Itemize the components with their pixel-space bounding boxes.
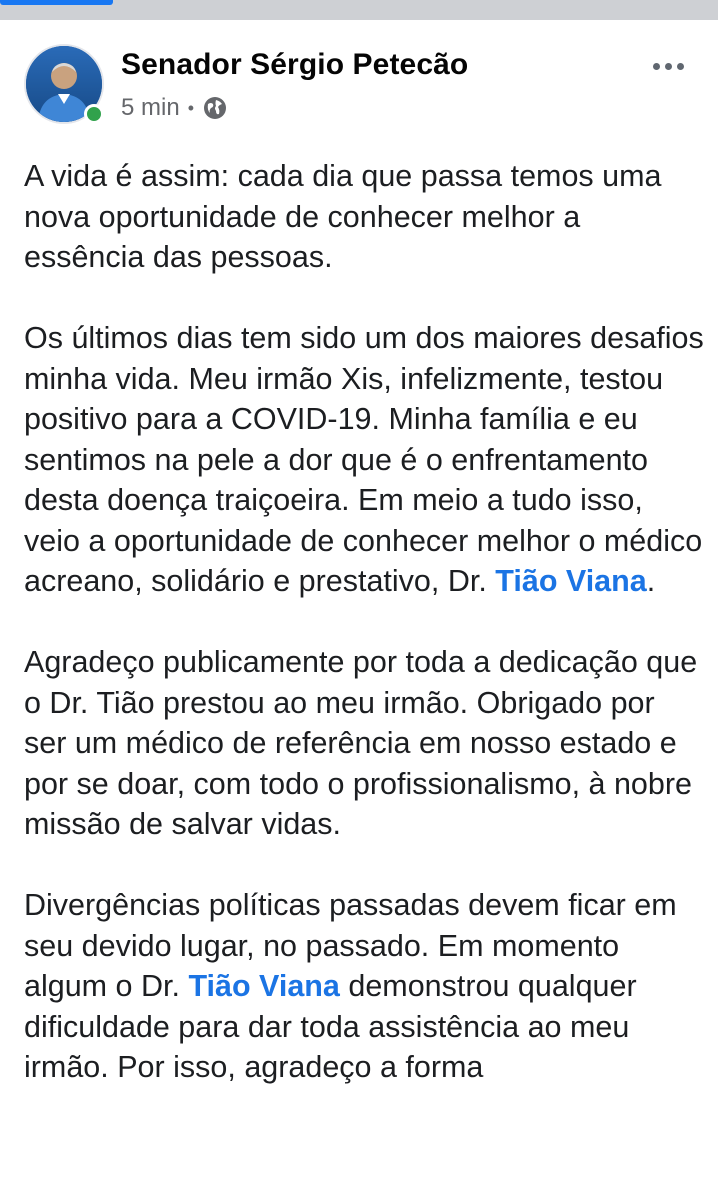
mention-link[interactable]: Tião Viana xyxy=(495,564,646,598)
paragraph-2-end: . xyxy=(646,564,656,598)
meta-separator: • xyxy=(187,98,194,118)
more-dot xyxy=(664,62,672,70)
mention-link[interactable]: Tião Viana xyxy=(188,969,339,1003)
author-name[interactable]: Senador Sérgio Petecão xyxy=(121,48,468,82)
online-status-dot xyxy=(84,104,104,124)
more-options-button[interactable] xyxy=(648,54,688,78)
paragraph-3: Agradeço publicamente por toda a dedicaç… xyxy=(24,645,698,841)
post-meta: 5 min • xyxy=(121,94,228,122)
paragraph-2-text: Os últimos dias tem sido um dos maiores … xyxy=(24,321,704,598)
more-dot xyxy=(676,62,684,70)
paragraph-4: Divergências políticas passadas devem fi… xyxy=(24,885,704,1088)
globe-icon[interactable] xyxy=(202,95,228,121)
author-avatar[interactable] xyxy=(24,44,104,124)
post-timestamp[interactable]: 5 min xyxy=(121,94,180,122)
more-horizontal-icon xyxy=(652,62,660,70)
paragraph-1: A vida é assim: cada dia que passa temos… xyxy=(24,159,662,274)
active-tab-indicator xyxy=(0,0,113,5)
post-text: A vida é assim: cada dia que passa temos… xyxy=(24,156,704,1128)
post-header: Senador Sérgio Petecão 5 min • xyxy=(0,20,718,130)
paragraph-2: Os últimos dias tem sido um dos maiores … xyxy=(24,318,704,602)
top-strip xyxy=(0,0,718,20)
post-card: Senador Sérgio Petecão 5 min • A vida é … xyxy=(0,20,718,1182)
